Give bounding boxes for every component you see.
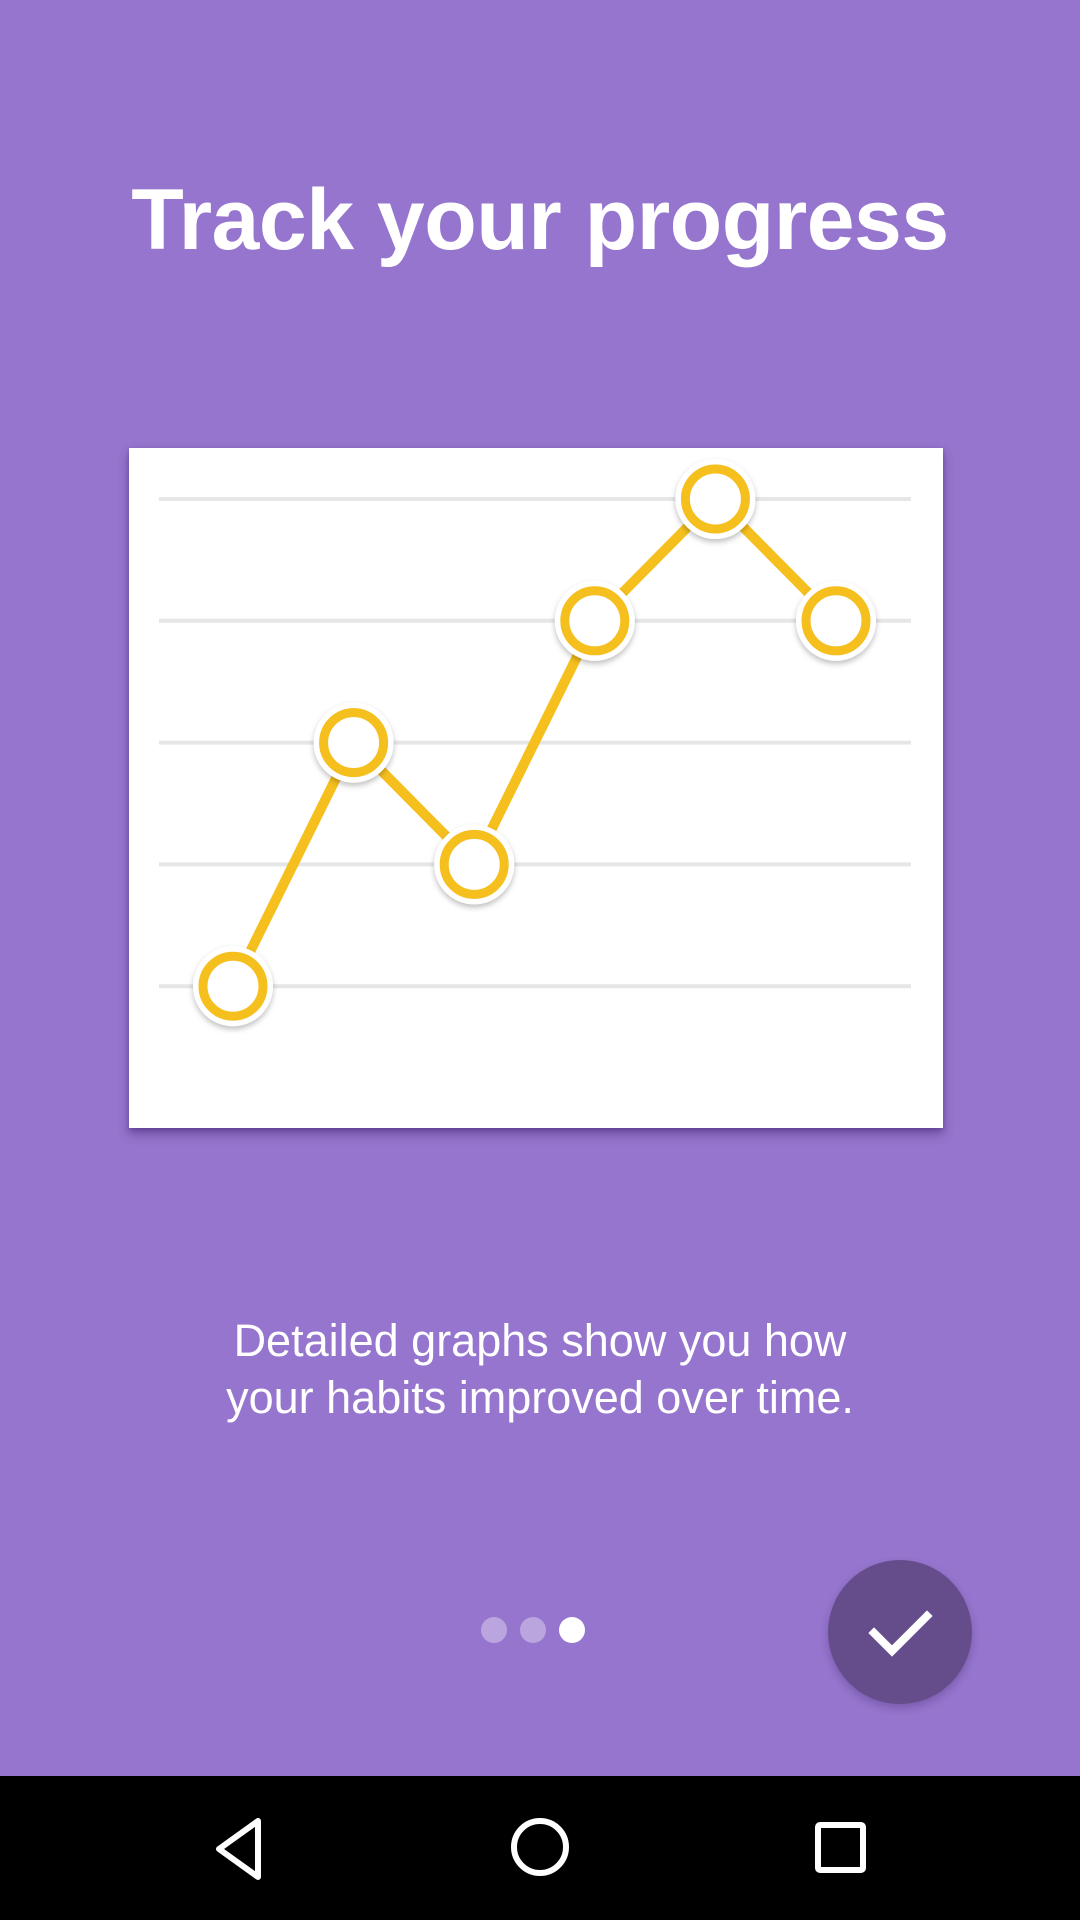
data-point bbox=[796, 580, 876, 661]
data-point bbox=[675, 459, 756, 539]
data-point-ring bbox=[801, 586, 871, 656]
nav-home-button[interactable] bbox=[440, 1776, 640, 1920]
check-icon bbox=[868, 1610, 933, 1657]
data-point bbox=[434, 824, 515, 905]
data-point-ring bbox=[560, 586, 630, 656]
nav-recents-button[interactable] bbox=[740, 1776, 940, 1920]
home-circle-icon bbox=[511, 1818, 569, 1876]
page-dot-3[interactable] bbox=[559, 1617, 585, 1643]
progress-line-chart bbox=[159, 459, 911, 1027]
page-title: Track your progress bbox=[131, 172, 949, 268]
onboarding-description: Detailed graphs show you how your habits… bbox=[140, 1312, 940, 1426]
data-point-ring bbox=[439, 829, 509, 899]
description-line-2: your habits improved over time. bbox=[226, 1372, 854, 1423]
data-point bbox=[554, 580, 635, 661]
nav-back-button[interactable] bbox=[141, 1776, 341, 1920]
data-point bbox=[193, 946, 273, 1027]
data-point-ring bbox=[198, 951, 268, 1021]
back-triangle-icon bbox=[216, 1818, 261, 1880]
data-point-ring bbox=[319, 708, 389, 778]
chart-illustration-card bbox=[129, 448, 943, 1128]
page-dot-1[interactable] bbox=[481, 1617, 507, 1643]
recents-square-icon bbox=[815, 1822, 866, 1873]
description-line-1: Detailed graphs show you how bbox=[233, 1315, 847, 1366]
data-point bbox=[313, 702, 394, 783]
done-button[interactable] bbox=[828, 1560, 972, 1704]
data-point-ring bbox=[680, 464, 750, 534]
onboarding-screen: Track your progress Detailed graphs show… bbox=[0, 0, 1080, 1776]
system-navigation-bar bbox=[0, 1776, 1080, 1920]
page-dot-2[interactable] bbox=[520, 1617, 546, 1643]
